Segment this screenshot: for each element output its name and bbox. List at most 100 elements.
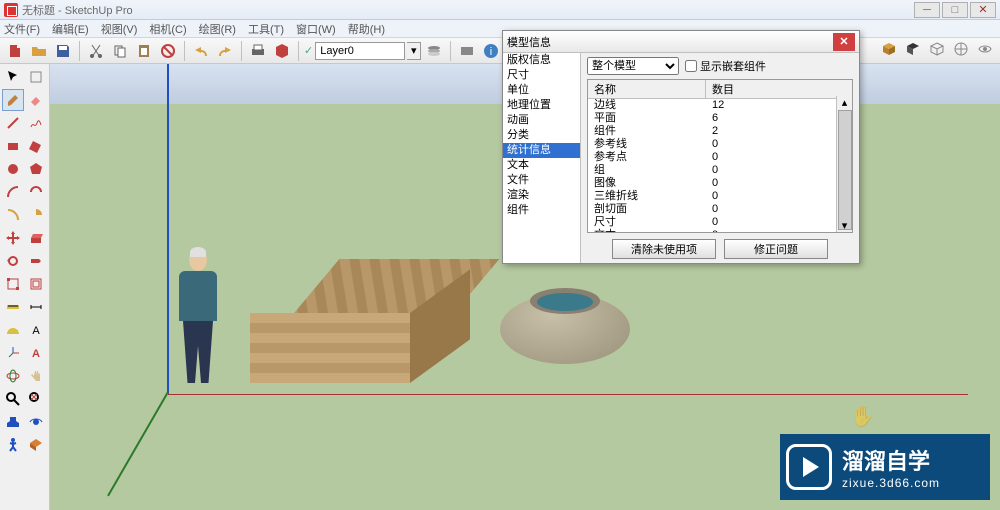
- redo-button[interactable]: [214, 40, 236, 62]
- dialog-close-button[interactable]: ✕: [833, 33, 855, 51]
- category-item[interactable]: 动画: [503, 113, 580, 128]
- xray-button[interactable]: [974, 38, 996, 60]
- menu-edit[interactable]: 编辑(E): [52, 21, 89, 37]
- zoom-tool[interactable]: [2, 388, 24, 410]
- component-tool[interactable]: [25, 66, 47, 88]
- menu-file[interactable]: 文件(F): [4, 21, 40, 37]
- followme-tool[interactable]: [25, 250, 47, 272]
- category-item[interactable]: 渲染: [503, 188, 580, 203]
- save-file-button[interactable]: [52, 40, 74, 62]
- dialog-titlebar[interactable]: 模型信息 ✕: [503, 31, 859, 53]
- look-around-tool[interactable]: [25, 411, 47, 433]
- table-row[interactable]: 文本0: [588, 229, 852, 233]
- category-item[interactable]: 尺寸: [503, 68, 580, 83]
- table-row[interactable]: 三维折线0: [588, 190, 852, 203]
- table-row[interactable]: 组件2: [588, 125, 852, 138]
- category-item[interactable]: 文件: [503, 173, 580, 188]
- print-button[interactable]: [247, 40, 269, 62]
- eraser-tool[interactable]: [25, 89, 47, 111]
- protractor-tool[interactable]: [2, 319, 24, 341]
- table-scrollbar[interactable]: ▴ ▾: [836, 96, 852, 232]
- layer-dropdown-icon[interactable]: ▾: [407, 42, 421, 60]
- arc-tool[interactable]: [2, 181, 24, 203]
- table-row[interactable]: 参考线0: [588, 138, 852, 151]
- component-button[interactable]: [456, 40, 478, 62]
- pie-tool[interactable]: [25, 204, 47, 226]
- select-tool[interactable]: [2, 66, 24, 88]
- table-row[interactable]: 剖切面0: [588, 203, 852, 216]
- layer-input[interactable]: [315, 42, 405, 60]
- fix-problems-button[interactable]: 修正问题: [724, 239, 828, 259]
- menu-window[interactable]: 窗口(W): [296, 21, 336, 37]
- rectangle-tool[interactable]: [2, 135, 24, 157]
- rotate-tool[interactable]: [2, 250, 24, 272]
- scale-tool[interactable]: [2, 273, 24, 295]
- arc3-tool[interactable]: [2, 204, 24, 226]
- section-tool[interactable]: [25, 434, 47, 456]
- pushpull-tool[interactable]: [25, 227, 47, 249]
- zoom-extents-tool[interactable]: [25, 388, 47, 410]
- arc2-tool[interactable]: [25, 181, 47, 203]
- text-tool[interactable]: A: [25, 319, 47, 341]
- table-row[interactable]: 图像0: [588, 177, 852, 190]
- category-item[interactable]: 组件: [503, 203, 580, 218]
- column-count[interactable]: 数目: [706, 80, 852, 98]
- undo-button[interactable]: [190, 40, 212, 62]
- menu-view[interactable]: 视图(V): [101, 21, 138, 37]
- delete-button[interactable]: [157, 40, 179, 62]
- scrollbar-thumb[interactable]: [838, 110, 852, 230]
- wireframe-button[interactable]: [926, 38, 948, 60]
- orbit-tool[interactable]: [2, 365, 24, 387]
- offset-tool[interactable]: [25, 273, 47, 295]
- new-file-button[interactable]: [4, 40, 26, 62]
- show-nested-checkbox[interactable]: 显示嵌套组件: [685, 58, 766, 74]
- table-row[interactable]: 参考点0: [588, 151, 852, 164]
- menu-draw[interactable]: 绘图(R): [199, 21, 236, 37]
- purge-unused-button[interactable]: 清除未使用项: [612, 239, 716, 259]
- cut-button[interactable]: [85, 40, 107, 62]
- info-button[interactable]: i: [480, 40, 502, 62]
- pan-tool[interactable]: [25, 365, 47, 387]
- iso-view-button[interactable]: [878, 38, 900, 60]
- tape-tool[interactable]: [2, 296, 24, 318]
- menu-help[interactable]: 帮助(H): [348, 21, 385, 37]
- line-tool[interactable]: [2, 112, 24, 134]
- copy-button[interactable]: [109, 40, 131, 62]
- layer-manager-button[interactable]: [423, 40, 445, 62]
- window-minimize-button[interactable]: ─: [914, 2, 940, 18]
- scope-select[interactable]: 整个模型: [587, 57, 679, 75]
- hidden-line-button[interactable]: [950, 38, 972, 60]
- table-row[interactable]: 组0: [588, 164, 852, 177]
- paint-tool[interactable]: [2, 89, 24, 111]
- rotated-rect-tool[interactable]: [25, 135, 47, 157]
- freehand-tool[interactable]: [25, 112, 47, 134]
- circle-tool[interactable]: [2, 158, 24, 180]
- paste-button[interactable]: [133, 40, 155, 62]
- walk-tool[interactable]: [2, 434, 24, 456]
- move-tool[interactable]: [2, 227, 24, 249]
- menu-tools[interactable]: 工具(T): [248, 21, 284, 37]
- window-close-button[interactable]: ✕: [970, 2, 996, 18]
- table-row[interactable]: 边线12: [588, 99, 852, 112]
- polygon-tool[interactable]: [25, 158, 47, 180]
- category-item[interactable]: 地理位置: [503, 98, 580, 113]
- 3dtext-tool[interactable]: A: [25, 342, 47, 364]
- shaded-button[interactable]: [902, 38, 924, 60]
- layer-selector[interactable]: ✓ ▾: [304, 42, 421, 60]
- dimension-tool[interactable]: [25, 296, 47, 318]
- category-item[interactable]: 统计信息: [503, 143, 580, 158]
- menu-camera[interactable]: 相机(C): [149, 21, 186, 37]
- category-item[interactable]: 分类: [503, 128, 580, 143]
- open-file-button[interactable]: [28, 40, 50, 62]
- table-row[interactable]: 平面6: [588, 112, 852, 125]
- column-name[interactable]: 名称: [588, 80, 706, 98]
- model-info-button[interactable]: [271, 40, 293, 62]
- position-camera-tool[interactable]: [2, 411, 24, 433]
- category-item[interactable]: 版权信息: [503, 53, 580, 68]
- category-item[interactable]: 文本: [503, 158, 580, 173]
- nested-checkbox-input[interactable]: [685, 60, 697, 72]
- category-item[interactable]: 单位: [503, 83, 580, 98]
- window-maximize-button[interactable]: □: [942, 2, 968, 18]
- axes-tool[interactable]: [2, 342, 24, 364]
- table-row[interactable]: 尺寸0: [588, 216, 852, 229]
